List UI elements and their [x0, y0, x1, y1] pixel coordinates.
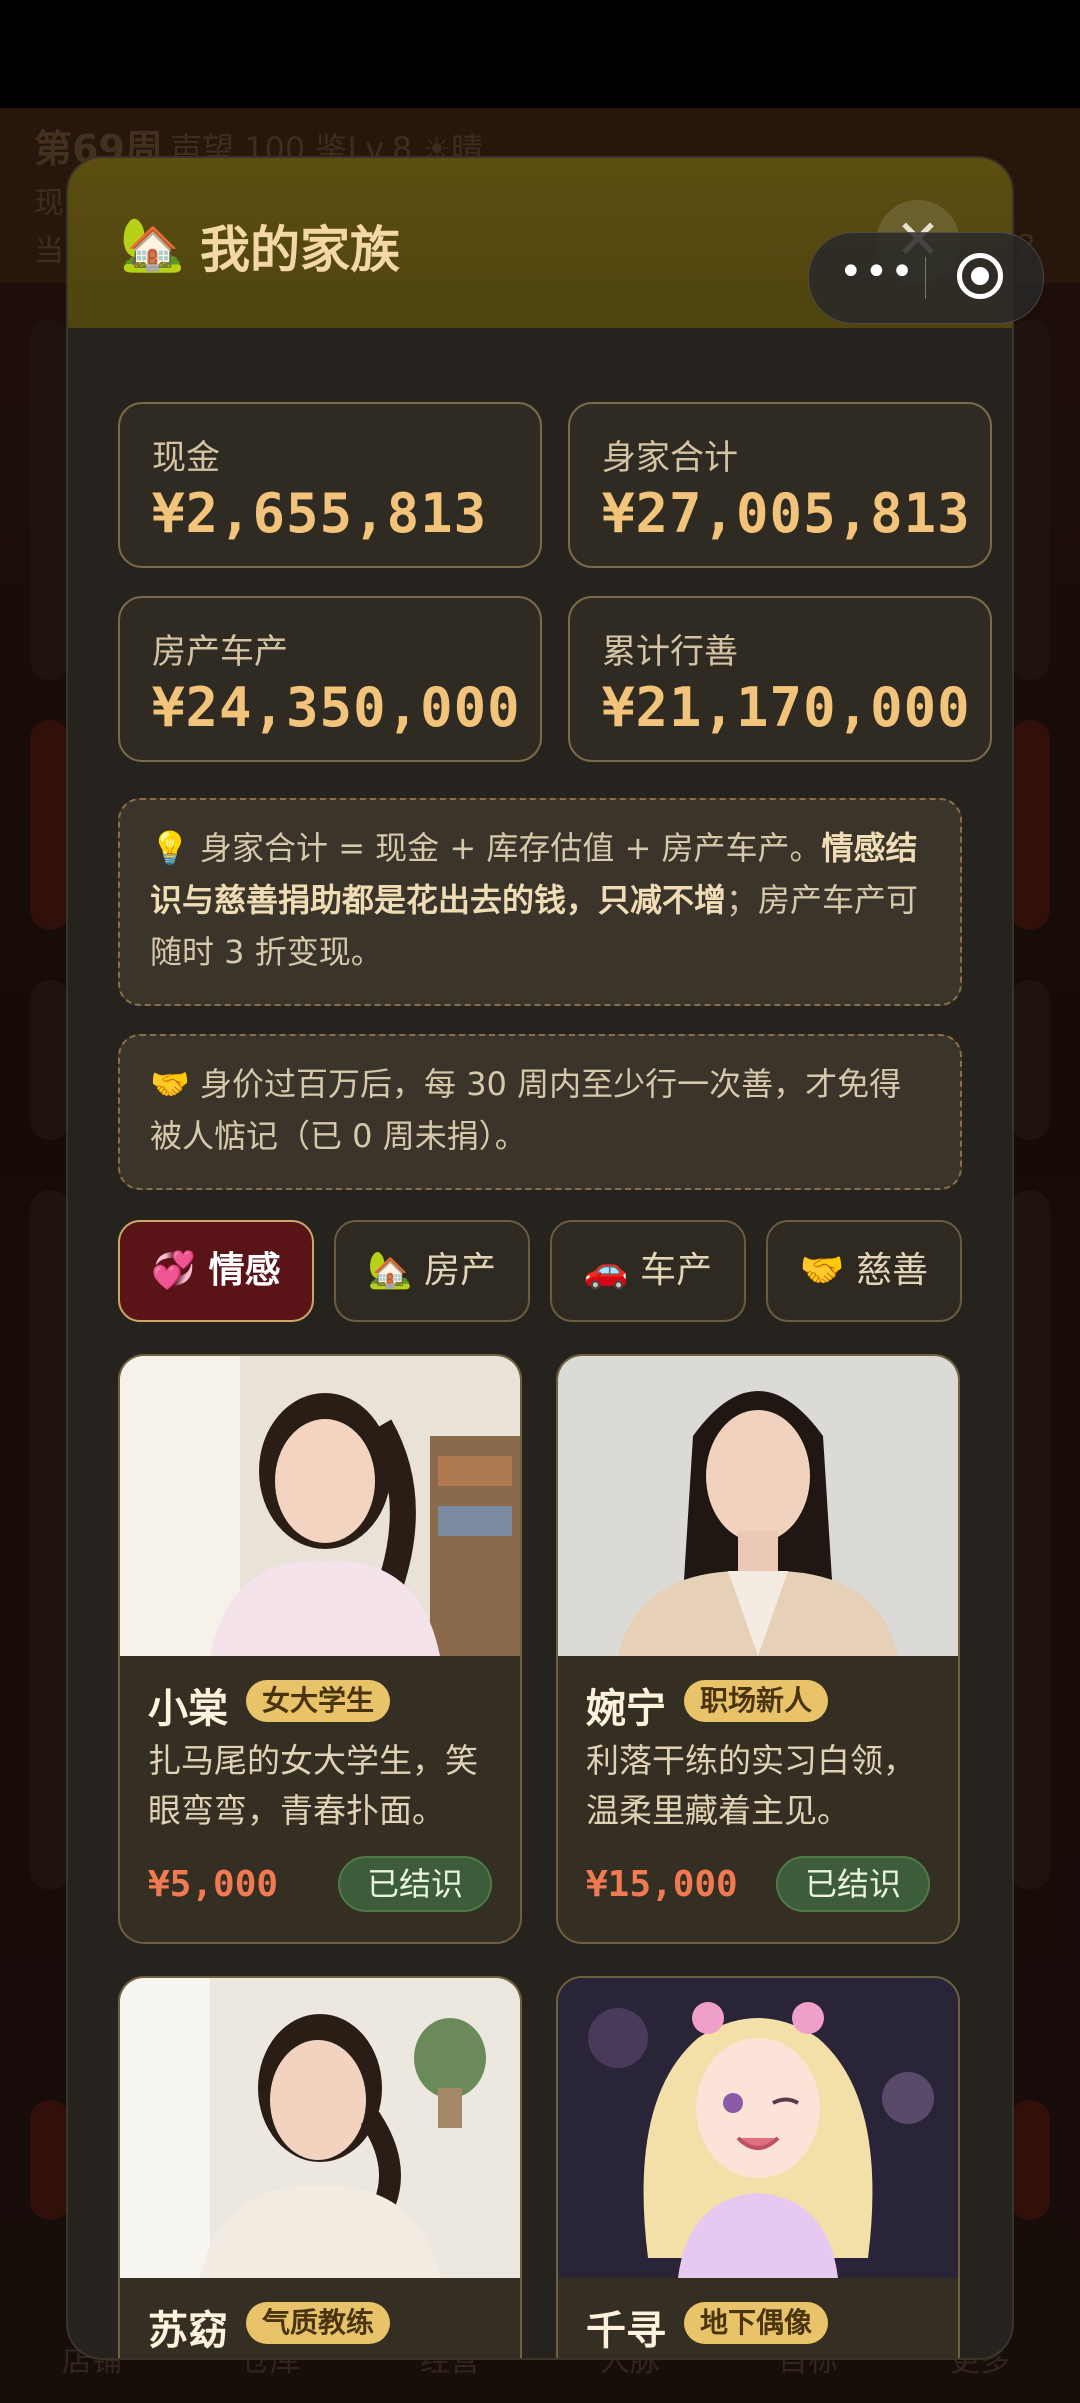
tab-label: 慈善	[856, 1250, 929, 1291]
tab-car[interactable]: 🚗 车产	[550, 1220, 746, 1322]
note-text: 身家合计 = 现金 + 库存估值 + 房产车产。	[189, 829, 822, 867]
character-price: ¥5,000	[148, 1864, 279, 1905]
stat-net-worth: 身家合计 ¥27,005,813	[568, 402, 992, 568]
stat-value: ¥21,170,000	[602, 676, 971, 739]
stat-value: ¥24,350,000	[152, 676, 521, 739]
tab-charity[interactable]: 🤝 慈善	[766, 1220, 962, 1322]
character-tag: 职场新人	[684, 1680, 829, 1722]
character-photo	[120, 1978, 520, 2278]
character-photo	[558, 1978, 958, 2278]
character-photo	[558, 1356, 958, 1656]
character-name: 小棠	[148, 1686, 228, 1732]
stat-cash: 现金 ¥2,655,813	[118, 402, 542, 568]
character-tag: 地下偶像	[684, 2302, 829, 2344]
modal-title: 我的家族	[200, 221, 400, 279]
stat-property: 房产车产 ¥24,350,000	[118, 596, 542, 762]
miniprogram-capsule: •••	[808, 232, 1044, 324]
character-card[interactable]: 苏窈 气质教练	[118, 1976, 522, 2358]
character-card[interactable]: 婉宁 职场新人 利落干练的实习白领，温柔里藏着主见。 ¥15,000 已结识	[556, 1354, 960, 1944]
system-status-bar	[0, 0, 1080, 108]
stat-value: ¥2,655,813	[152, 482, 488, 545]
stat-label: 身家合计	[602, 438, 738, 478]
character-description: 利落干练的实习白领，温柔里藏着主见。	[586, 1741, 916, 1830]
lightbulb-icon: 💡	[150, 829, 190, 867]
stat-label: 现金	[152, 438, 220, 478]
family-modal: 🏡 我的家族 ✕ 现金 ¥2,655,813 身家合计 ¥27,005,813 …	[68, 158, 1012, 2358]
tab-label: 情感	[208, 1250, 281, 1291]
tab-label: 房产	[424, 1250, 497, 1291]
more-menu-icon[interactable]: •••	[839, 249, 916, 295]
handshake-icon: 🤝	[799, 1250, 845, 1291]
character-price: ¥15,000	[586, 1864, 738, 1905]
tab-property[interactable]: 🏡 房产	[334, 1220, 530, 1322]
stat-label: 累计行善	[602, 632, 738, 672]
met-status-badge: 已结识	[776, 1856, 930, 1912]
tab-label: 车产	[640, 1250, 713, 1291]
capsule-divider	[925, 257, 926, 299]
hearts-icon: 💞	[151, 1250, 197, 1291]
stat-value: ¥27,005,813	[602, 482, 971, 545]
met-status-badge: 已结识	[338, 1856, 492, 1912]
stat-label: 房产车产	[152, 632, 288, 672]
character-name: 苏窈	[148, 2308, 228, 2354]
car-icon: 🚗	[583, 1250, 629, 1291]
handshake-icon: 🤝	[150, 1065, 190, 1103]
tab-emotion[interactable]: 💞 情感	[118, 1220, 314, 1322]
wealth-info-note: 💡 身家合计 = 现金 + 库存估值 + 房产车产。情感结识与慈善捐助都是花出去…	[118, 798, 962, 1006]
stat-charity-total: 累计行善 ¥21,170,000	[568, 596, 992, 762]
house-icon: 🏡	[367, 1250, 413, 1291]
character-photo	[120, 1356, 520, 1656]
character-tag: 女大学生	[246, 1680, 391, 1722]
character-card[interactable]: 千寻 地下偶像	[556, 1976, 960, 2358]
character-name: 千寻	[586, 2308, 666, 2354]
house-icon: 🏡	[120, 215, 185, 275]
exit-target-icon[interactable]	[957, 253, 1003, 299]
character-card[interactable]: 小棠 女大学生 扎马尾的女大学生，笑眼弯弯，青春扑面。 ¥5,000 已结识	[118, 1354, 522, 1944]
character-description: 扎马尾的女大学生，笑眼弯弯，青春扑面。	[148, 1741, 478, 1830]
character-name: 婉宁	[586, 1686, 666, 1732]
character-tag: 气质教练	[246, 2302, 391, 2344]
charity-reminder-note: 🤝 身价过百万后，每 30 周内至少行一次善，才免得被人惦记（已 0 周未捐）。	[118, 1034, 962, 1190]
note-text: 身价过百万后，每 30 周内至少行一次善，才免得被人惦记（已 0 周未捐）。	[150, 1065, 902, 1155]
